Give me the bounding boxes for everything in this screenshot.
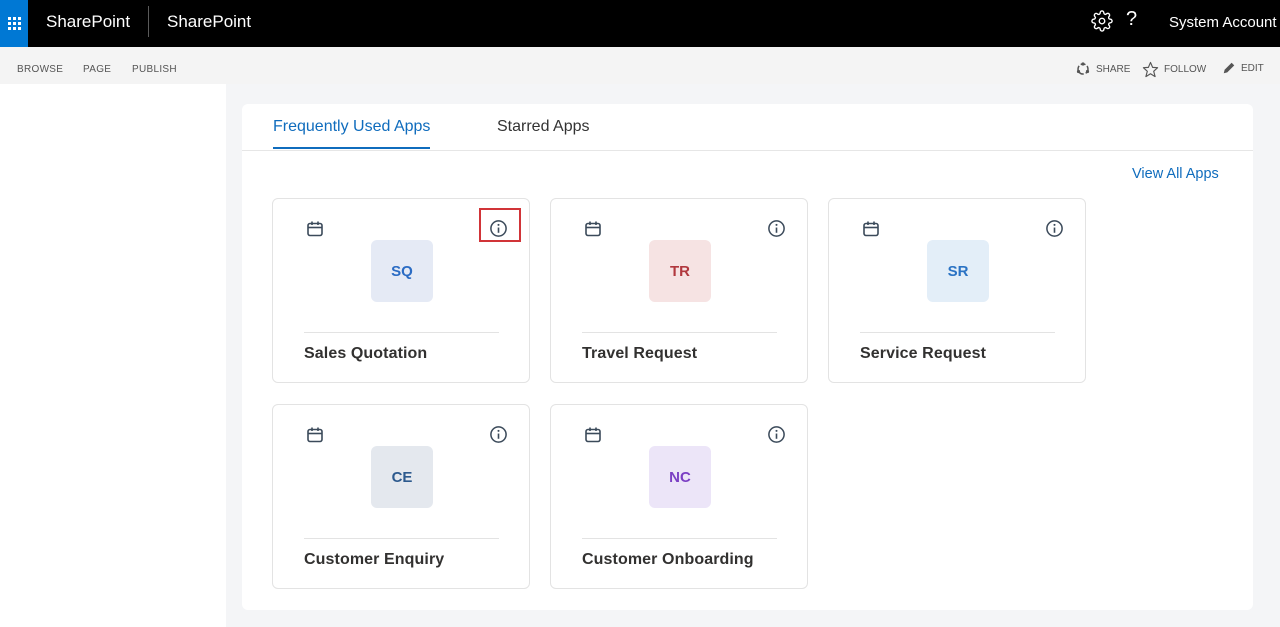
app-card-service-request[interactable]: SR Service Request — [828, 198, 1086, 383]
app-tile: SR — [927, 240, 989, 302]
card-divider — [582, 538, 777, 539]
follow-button[interactable]: FOLLOW — [1142, 61, 1206, 78]
share-icon — [1076, 62, 1090, 75]
tab-starred-apps[interactable]: Starred Apps — [497, 118, 590, 147]
app-name: Service Request — [860, 345, 987, 362]
settings-gear-icon[interactable] — [1091, 10, 1113, 32]
share-label: SHARE — [1096, 63, 1131, 75]
app-card-travel-request[interactable]: TR Travel Request — [550, 198, 808, 383]
ribbon: BROWSE PAGE PUBLISH SHARE FOLLOW EDIT — [0, 47, 1280, 84]
app-abbreviation: CE — [391, 468, 413, 486]
app-tile: SQ — [371, 240, 433, 302]
calendar-icon — [585, 427, 601, 443]
calendar-icon — [863, 221, 879, 237]
app-name: Sales Quotation — [304, 345, 428, 362]
card-divider — [860, 332, 1055, 333]
info-icon[interactable] — [767, 219, 786, 238]
app-tile: NC — [649, 446, 711, 508]
info-icon[interactable] — [489, 425, 508, 444]
help-icon[interactable]: ? — [1126, 8, 1137, 31]
ribbon-tab-publish[interactable]: PUBLISH — [132, 64, 177, 75]
app-name: Travel Request — [582, 345, 698, 362]
ribbon-tab-browse[interactable]: BROWSE — [17, 64, 63, 75]
edit-label: EDIT — [1241, 62, 1264, 74]
card-divider — [304, 332, 499, 333]
app-card-customer-enquiry[interactable]: CE Customer Enquiry — [272, 404, 530, 589]
calendar-icon — [307, 427, 323, 443]
app-launcher-icon[interactable] — [0, 0, 28, 47]
app-abbreviation: NC — [669, 468, 691, 486]
app-abbreviation: TR — [670, 262, 690, 280]
star-icon — [1142, 61, 1159, 78]
calendar-icon — [585, 221, 601, 237]
tab-frequently-used-apps[interactable]: Frequently Used Apps — [273, 118, 431, 149]
site-title[interactable]: SharePoint — [167, 12, 251, 32]
apps-panel: Frequently Used Apps Starred Apps View A… — [242, 104, 1253, 610]
share-button[interactable]: SHARE — [1075, 61, 1130, 77]
brand-title[interactable]: SharePoint — [46, 12, 130, 32]
app-card-customer-onboarding[interactable]: NC Customer Onboarding — [550, 404, 808, 589]
brand-divider — [148, 6, 149, 37]
calendar-icon — [307, 221, 323, 237]
apps-tab-bar: Frequently Used Apps Starred Apps — [242, 104, 1253, 151]
app-card-sales-quotation[interactable]: SQ Sales Quotation — [272, 198, 530, 383]
app-tile: CE — [371, 446, 433, 508]
edit-button[interactable]: EDIT — [1222, 61, 1264, 75]
app-abbreviation: SR — [947, 262, 969, 280]
suite-bar: SharePoint SharePoint ? System Account — [0, 0, 1280, 47]
app-tile: TR — [649, 240, 711, 302]
app-name: Customer Onboarding — [582, 551, 754, 568]
left-navigation-pane — [0, 84, 226, 627]
account-name[interactable]: System Account — [1169, 14, 1277, 31]
card-divider — [582, 332, 777, 333]
info-icon[interactable] — [767, 425, 786, 444]
pencil-icon — [1223, 62, 1235, 74]
follow-label: FOLLOW — [1164, 64, 1207, 75]
ribbon-tab-page[interactable]: PAGE — [83, 64, 111, 75]
app-name: Customer Enquiry — [304, 551, 445, 568]
app-abbreviation: SQ — [391, 262, 413, 280]
view-all-apps-link[interactable]: View All Apps — [1132, 166, 1219, 182]
card-divider — [304, 538, 499, 539]
info-icon[interactable] — [1045, 219, 1064, 238]
info-icon[interactable] — [489, 219, 508, 238]
